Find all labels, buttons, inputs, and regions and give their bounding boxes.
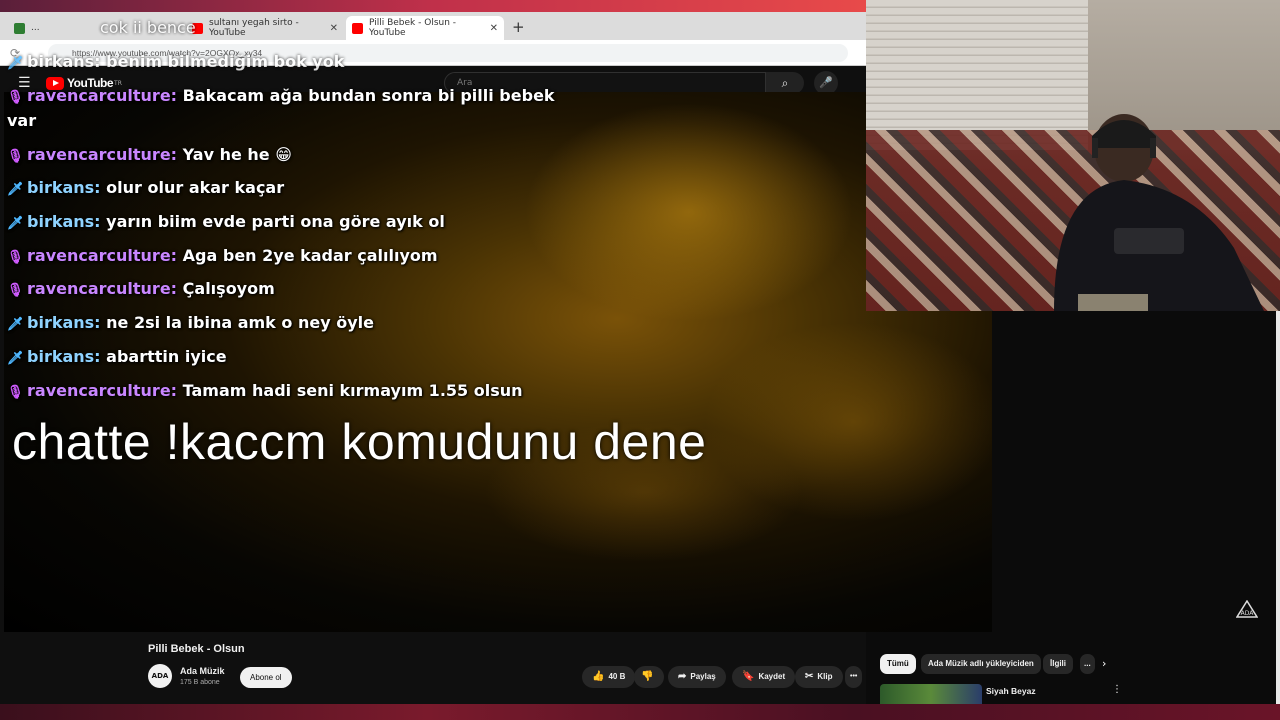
chevron-right-icon[interactable]: ›	[1102, 657, 1106, 670]
webcam-feed	[866, 0, 1280, 311]
chat-message: 🎙 ravencarculture: Çalışoyom	[7, 279, 275, 298]
chat-message: 🗡 birkans: yarın biim evde parti ona göre…	[7, 212, 445, 231]
chat-message: 🎙 ravencarculture: Yav he he 😁	[7, 145, 292, 164]
bookmark-icon: 🔖	[742, 671, 755, 682]
share-button[interactable]: ➦ Paylaş	[668, 666, 726, 688]
chat-username: birkans:	[27, 178, 101, 197]
chat-username: ravencarculture:	[27, 381, 178, 400]
chat-message: 🗡 birkans: olur olur akar kaçar	[7, 178, 284, 197]
scissors-icon: ✂	[805, 671, 814, 682]
close-icon[interactable]: ✕	[490, 23, 498, 34]
sword-badge-icon: 🗡	[7, 317, 24, 332]
chat-message-text: olur olur akar kaçar	[106, 178, 285, 197]
close-icon[interactable]: ✕	[330, 23, 338, 34]
tab-label: Pilli Bebek - Olsun - YouTube	[369, 18, 457, 38]
chat-username: birkans:	[27, 313, 101, 332]
microphone-badge-icon: 🎙	[7, 385, 24, 400]
thumbs-up-icon: 👍	[592, 671, 605, 682]
desktop-strip-top	[0, 0, 866, 12]
thumbs-down-icon: 👎	[641, 671, 654, 682]
search-button[interactable]: ⌕	[766, 72, 804, 94]
subscribe-button[interactable]: Abone ol	[240, 667, 292, 688]
chat-message-text: Yav he he 😁	[182, 145, 292, 164]
tab-2[interactable]: sultanı yegah sirto - YouTube ✕	[186, 16, 344, 40]
more-actions-button[interactable]: •••	[845, 666, 863, 688]
chat-message-text: abarttin iyice	[106, 347, 227, 366]
channel-name[interactable]: Ada Müzik	[180, 666, 225, 676]
chat-message-text: birkans: benim bilmediğim bok yok	[27, 52, 345, 71]
subscriber-count: 175 B abone	[180, 679, 220, 686]
chat-message: var	[7, 111, 36, 130]
chat-message-text: Aga ben 2ye kadar çalılıyom	[182, 246, 438, 265]
share-icon: ➦	[678, 671, 687, 682]
video-info-bar: Pilli Bebek - Olsun ADA Ada Müzik 175 B …	[4, 632, 866, 704]
share-label: Paylaş	[690, 672, 716, 681]
chat-message-text: Bakacam ağa bundan sonra bi pilli bebek	[182, 86, 555, 105]
sword-badge-icon: 🗡	[7, 351, 24, 366]
streamer	[1054, 114, 1264, 311]
recommendation-title[interactable]: Siyah Beyaz	[986, 686, 1036, 696]
desktop-strip-bottom	[0, 704, 1280, 720]
save-button[interactable]: 🔖 Kaydet	[732, 666, 796, 688]
desktop-edge	[1276, 311, 1280, 704]
chat-message: 🗡 birkans: ne 2si la ibina amk o ney öyle	[7, 313, 374, 332]
like-count: 40 B	[608, 672, 626, 681]
chat-message: 🎙 ravencarculture: Tamam hadi seni kırmay…	[7, 381, 523, 400]
channel-avatar[interactable]: ADA	[148, 664, 172, 688]
chip-from-uploader[interactable]: Ada Müzik adlı yükleyiciden	[921, 654, 1041, 674]
chat-username: birkans:	[27, 212, 101, 231]
overlay-top-text: cok ii bence	[100, 18, 196, 37]
microphone-badge-icon: 🎙	[7, 149, 24, 164]
chip-related[interactable]: İlgili	[1043, 654, 1073, 674]
stream-overlay-text: chatte !kaccm komudunu dene	[12, 414, 707, 470]
chat-username: ravencarculture:	[27, 86, 178, 105]
tab-label: sultanı yegah sirto - YouTube	[209, 18, 299, 38]
chat-message-text: yarın biim evde parti ona göre ayık ol	[106, 212, 445, 231]
like-button[interactable]: 👍 40 B	[582, 666, 636, 688]
recommendation-thumbnail[interactable]	[880, 684, 982, 704]
video-frame	[524, 102, 854, 322]
search-icon: ⌕	[781, 76, 789, 90]
chat-message-text: var	[7, 111, 37, 130]
screen: ... sultanı yegah sirto - YouTube ✕ Pill…	[0, 0, 1280, 720]
clip-label: Klip	[817, 672, 833, 681]
tab-3-active[interactable]: Pilli Bebek - Olsun - YouTube ✕	[346, 16, 504, 40]
chat-message: 🎙 ravencarculture: Bakacam ağa bundan son…	[7, 86, 555, 105]
chip-all[interactable]: Tümü	[880, 654, 916, 674]
sword-badge-icon: 🗡	[7, 182, 24, 197]
chat-username: ravencarculture:	[27, 279, 178, 298]
tab-favicon-icon	[14, 22, 25, 34]
chat-username: ravencarculture:	[27, 246, 178, 265]
channel-watermark-icon[interactable]: ADA	[1236, 600, 1258, 618]
youtube-favicon-icon	[352, 22, 363, 34]
chat-message-text: Tamam hadi seni kırmayım 1.55 olsun	[182, 381, 523, 400]
microphone-badge-icon: 🎙	[7, 283, 24, 298]
sword-badge-icon: 🗡	[7, 56, 24, 71]
clip-button[interactable]: ✂ Klip	[795, 666, 843, 688]
save-label: Kaydet	[758, 672, 786, 681]
chat-message-text: Çalışoyom	[182, 279, 275, 298]
chat-message: 🎙 ravencarculture: Aga ben 2ye kadar çalı…	[7, 246, 438, 265]
sword-badge-icon: 🗡	[7, 216, 24, 231]
microphone-badge-icon: 🎙	[7, 250, 24, 265]
chat-username: ravencarculture:	[27, 145, 178, 164]
svg-text:ADA: ADA	[1241, 610, 1255, 617]
chat-message: 🗡 birkans: abarttin iyice	[7, 347, 227, 366]
microphone-icon: 🎤	[819, 76, 833, 89]
chat-message-text: ne 2si la ibina amk o ney öyle	[106, 313, 374, 332]
dislike-button[interactable]: 👎	[634, 666, 665, 688]
chat-message-partial: 🗡 birkans: benim bilmediğim bok yok	[7, 52, 344, 71]
chat-username: birkans:	[27, 347, 101, 366]
new-tab-button[interactable]: +	[512, 18, 525, 36]
microphone-badge-icon: 🎙	[7, 90, 24, 105]
chip-more[interactable]: ...	[1080, 654, 1095, 674]
tab-label: ...	[31, 23, 40, 33]
video-title: Pilli Bebek - Olsun	[148, 643, 245, 655]
kebab-menu-icon[interactable]: ⋮	[1112, 684, 1122, 695]
